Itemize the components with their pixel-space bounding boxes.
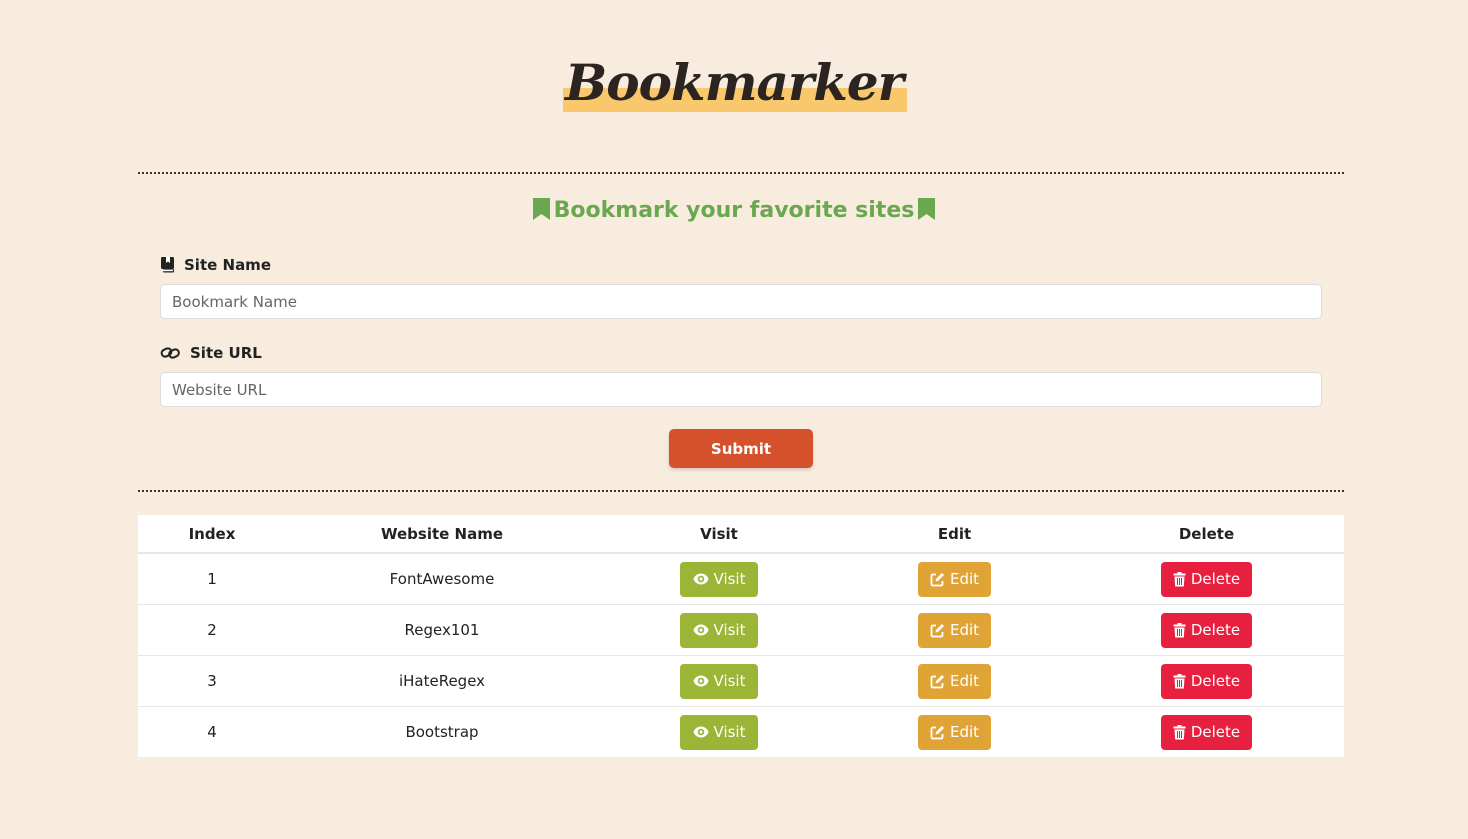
bookmark-icon [532,198,550,229]
row-index: 1 [138,553,286,605]
row-website-name: FontAwesome [286,553,598,605]
site-name-label: Site Name [160,256,271,274]
eye-icon [693,674,709,688]
site-name-label-text: Site Name [184,256,271,274]
app-logo: Bookmarker [559,52,909,114]
row-website-name: iHateRegex [286,655,598,707]
pen-to-square-icon [930,623,945,638]
column-header-website-name: Website Name [286,515,598,554]
subtitle-text: Bookmark your favorite sites [553,198,915,223]
page-subtitle: Bookmark your favorite sites [0,196,1468,229]
eye-icon [693,623,709,637]
site-url-label-text: Site URL [190,344,262,362]
edit-button[interactable]: Edit [918,561,991,597]
visit-button-label: Visit [713,723,746,741]
trash-icon [1173,724,1186,740]
site-name-input[interactable] [160,284,1322,319]
pen-to-square-icon [930,725,945,740]
column-header-delete: Delete [1069,515,1344,554]
delete-button-label: Delete [1190,621,1241,639]
column-header-index: Index [138,515,286,554]
row-visit-cell: Visit [598,604,840,656]
delete-button[interactable]: Delete [1161,663,1252,699]
eye-icon [693,572,709,586]
bookmark-icon [918,198,936,229]
bottom-divider [138,490,1344,492]
row-edit-cell: Edit [840,604,1069,656]
pen-to-square-icon [930,674,945,689]
table-header-row: Index Website Name Visit Edit Delete [138,515,1344,554]
edit-button[interactable]: Edit [918,612,991,648]
visit-button-label: Visit [713,570,746,588]
bookmarks-table: Index Website Name Visit Edit Delete 1 F… [138,515,1344,757]
book-bookmark-icon [160,257,175,273]
delete-button[interactable]: Delete [1161,561,1252,597]
trash-icon [1173,622,1186,638]
row-edit-cell: Edit [840,655,1069,707]
top-divider [138,172,1344,174]
eye-icon [693,725,709,739]
row-delete-cell: Delete [1069,707,1344,758]
trash-icon [1173,571,1186,587]
logo-container: Bookmarker [0,52,1468,114]
site-url-input[interactable] [160,372,1322,407]
table-row: 4 Bootstrap Visit Edit Delete [138,707,1344,758]
app-logo-text: Bookmarker [564,53,904,112]
table-row: 1 FontAwesome Visit Edit Delete [138,553,1344,605]
edit-button[interactable]: Edit [918,663,991,699]
visit-button[interactable]: Visit [680,663,758,699]
edit-button-label: Edit [949,672,980,690]
row-delete-cell: Delete [1069,604,1344,656]
edit-button[interactable]: Edit [918,714,991,750]
delete-button-label: Delete [1190,723,1241,741]
delete-button[interactable]: Delete [1161,612,1252,648]
row-delete-cell: Delete [1069,655,1344,707]
visit-button[interactable]: Visit [680,561,758,597]
trash-icon [1173,673,1186,689]
delete-button-label: Delete [1190,672,1241,690]
column-header-edit: Edit [840,515,1069,554]
row-website-name: Bootstrap [405,723,479,741]
row-edit-cell: Edit [840,707,1069,758]
row-index: 3 [138,655,286,707]
delete-button-label: Delete [1190,570,1241,588]
edit-button-label: Edit [949,723,980,741]
visit-button[interactable]: Visit [680,612,758,648]
row-edit-cell: Edit [840,553,1069,605]
edit-button-label: Edit [949,570,980,588]
row-delete-cell: Delete [1069,553,1344,605]
visit-button-label: Visit [713,672,746,690]
row-visit-cell: Visit [598,553,840,605]
visit-button-label: Visit [713,621,746,639]
link-icon [160,346,181,360]
column-header-visit: Visit [598,515,840,554]
pen-to-square-icon [930,572,945,587]
table-body: 1 FontAwesome Visit Edit Delete 2 Regex1… [138,553,1344,757]
row-website-name: Regex101 [286,604,598,656]
table-row: 2 Regex101 Visit Edit Delete [138,604,1344,656]
table-row: 3 iHateRegex Visit Edit Delete [138,655,1344,707]
row-index: 2 [138,604,286,656]
edit-button-label: Edit [949,621,980,639]
row-visit-cell: Visit [598,655,840,707]
submit-button[interactable]: Submit [669,429,813,468]
row-index: 4 [207,723,217,741]
site-url-label: Site URL [160,344,262,362]
delete-button[interactable]: Delete [1161,714,1252,750]
row-visit-cell: Visit [598,707,840,758]
visit-button[interactable]: Visit [680,714,758,750]
